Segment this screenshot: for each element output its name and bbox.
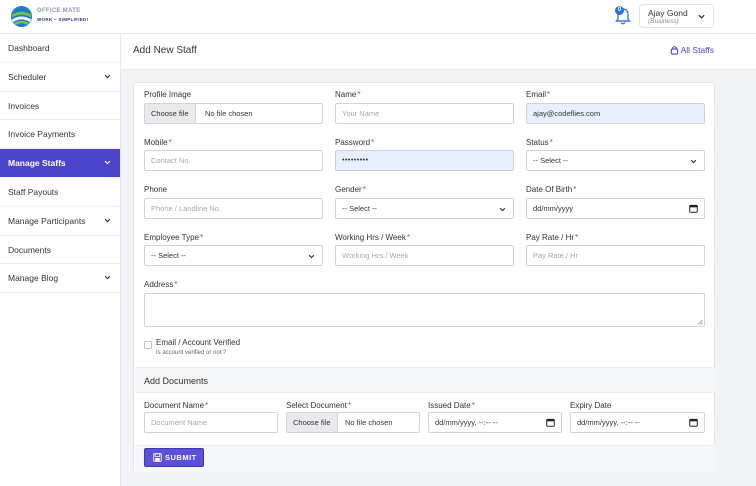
chevron-down-icon [499, 207, 506, 212]
user-menu[interactable]: Ajay Gond (Business) [639, 4, 714, 28]
address-textarea[interactable] [144, 293, 705, 327]
sidebar-item-manage-staffs[interactable]: Manage Staffs [0, 149, 120, 178]
calendar-icon[interactable] [689, 418, 698, 427]
submit-label: SUBMIT [165, 453, 197, 462]
mobile-input[interactable]: Contact No. [144, 150, 323, 171]
dob-input[interactable]: dd/mm/yyyy [526, 198, 705, 219]
issued-date-value: dd/mm/yyyy, --:-- -- [435, 418, 498, 427]
all-staffs-label: All Staffs [680, 45, 714, 55]
account-verified-hint: Is account verified or not ? [156, 350, 227, 356]
document-name-label: Document Name* [144, 401, 209, 410]
staff-form-card: Profile Image Choose file No file chosen… [133, 82, 715, 472]
employee-type-select[interactable]: -- Select -- [144, 245, 323, 266]
status-selected: -- Select -- [533, 156, 569, 165]
status-select[interactable]: -- Select -- [526, 150, 705, 171]
resize-handle-icon[interactable] [697, 319, 703, 325]
documents-section-header: Add Documents [135, 367, 715, 393]
email-input[interactable]: ajay@codeflies.com [526, 103, 705, 124]
address-label: Address* [144, 280, 178, 289]
profile-image-input[interactable]: Choose file No file chosen [144, 103, 323, 124]
issued-date-label: Issued Date* [428, 401, 475, 410]
sidebar-item-manage-participants[interactable]: Manage Participants [0, 207, 120, 236]
pay-rate-label: Pay Rate / Hr* [526, 233, 579, 242]
page-title: Add New Staff [133, 45, 197, 56]
brand-title: OFFICE MATE [37, 8, 81, 14]
user-name: Ajay Gond [648, 8, 688, 18]
issued-date-input[interactable]: dd/mm/yyyy, --:-- -- [428, 412, 562, 433]
account-verified-checkbox[interactable] [144, 341, 152, 349]
employee-type-label: Employee Type* [144, 233, 204, 242]
calendar-icon[interactable] [689, 204, 698, 213]
chevron-down-icon [104, 160, 111, 165]
brand-logo[interactable]: OFFICE MATE WORK – SIMPLIFIED! [10, 5, 130, 29]
user-role: (Business) [648, 18, 679, 25]
dob-label: Date Of Birth* [526, 185, 577, 194]
sidebar-item-dashboard[interactable]: Dashboard [0, 34, 120, 63]
select-document-input[interactable]: Choose file No file chosen [286, 412, 420, 433]
employee-type-selected: -- Select -- [151, 251, 187, 260]
brand-tagline: WORK – SIMPLIFIED! [37, 17, 89, 22]
working-hrs-input[interactable]: Working Hrs / Week [335, 245, 514, 266]
sidebar-item-documents[interactable]: Documents [0, 236, 120, 265]
password-input[interactable]: ••••••••• [335, 150, 514, 171]
sidebar-item-label: Scheduler [8, 71, 47, 82]
sidebar-item-label: Manage Blog [8, 273, 59, 284]
document-name-input[interactable]: Document Name [144, 412, 278, 433]
sidebar-item-label: Dashboard [8, 43, 50, 53]
calendar-icon[interactable] [546, 418, 555, 427]
expiry-date-label: Expiry Date [570, 401, 612, 410]
email-label: Email* [526, 90, 551, 99]
sidebar-item-manage-blog[interactable]: Manage Blog [0, 264, 120, 294]
chevron-down-icon [308, 254, 315, 259]
file-status: No file chosen [345, 418, 393, 427]
sidebar-item-label: Invoice Payments [8, 129, 76, 140]
account-verified-label: Email / Account Verified [156, 338, 241, 347]
sidebar-item-staff-payouts[interactable]: Staff Payouts [0, 178, 120, 207]
working-hrs-label: Working Hrs / Week* [335, 233, 410, 242]
sidebar-item-label: Manage Staffs [8, 158, 66, 169]
save-icon [153, 453, 162, 462]
choose-file-button[interactable]: Choose file [287, 413, 338, 432]
sidebar-item-scheduler[interactable]: Scheduler [0, 63, 120, 92]
sidebar: Dashboard Scheduler Invoices Invoice Pay… [0, 34, 121, 486]
section-title: Add Documents [144, 376, 209, 386]
status-label: Status* [526, 138, 553, 147]
profile-image-label: Profile Image [144, 90, 192, 99]
choose-file-button[interactable]: Choose file [145, 104, 196, 123]
sidebar-item-invoice-payments[interactable]: Invoice Payments [0, 120, 120, 150]
lock-icon [670, 46, 678, 55]
chevron-down-icon [698, 14, 705, 19]
globe-logo-icon [10, 5, 33, 28]
notification-badge: 0 [615, 6, 624, 15]
top-bar: OFFICE MATE WORK – SIMPLIFIED! 0 Ajay Go… [0, 0, 756, 34]
name-label: Name* [335, 90, 361, 99]
submit-button[interactable]: SUBMIT [144, 448, 204, 467]
password-label: Password* [335, 138, 375, 147]
phone-input[interactable]: Phone / Landline No. [144, 198, 323, 219]
chevron-down-icon [690, 159, 697, 164]
page-header: Add New Staff All Staffs [121, 34, 756, 70]
gender-selected: -- Select -- [342, 204, 378, 213]
form-footer [135, 445, 715, 472]
chevron-down-icon [104, 218, 111, 223]
file-status: No file chosen [205, 109, 253, 118]
select-document-label: Select Document* [286, 401, 352, 410]
expiry-date-input[interactable]: dd/mm/yyyy, --:-- -- [570, 412, 705, 433]
sidebar-item-invoices[interactable]: Invoices [0, 92, 120, 121]
sidebar-item-label: Staff Payouts [8, 186, 59, 197]
expiry-date-value: dd/mm/yyyy, --:-- -- [577, 418, 640, 427]
gender-label: Gender* [335, 185, 366, 194]
sidebar-item-label: Invoices [8, 100, 40, 111]
pay-rate-input[interactable]: Pay Rate / Hr [526, 245, 705, 266]
all-staffs-link[interactable]: All Staffs [670, 45, 714, 55]
phone-label: Phone [144, 185, 168, 194]
sidebar-item-label: Documents [8, 244, 51, 255]
chevron-down-icon [104, 276, 111, 280]
chevron-down-icon [104, 74, 111, 79]
mobile-label: Mobile* [144, 138, 172, 147]
gender-select[interactable]: -- Select -- [335, 198, 514, 219]
name-input[interactable]: Your Name [335, 103, 514, 124]
dob-value: dd/mm/yyyy [533, 204, 574, 213]
sidebar-item-label: Manage Participants [8, 215, 86, 226]
